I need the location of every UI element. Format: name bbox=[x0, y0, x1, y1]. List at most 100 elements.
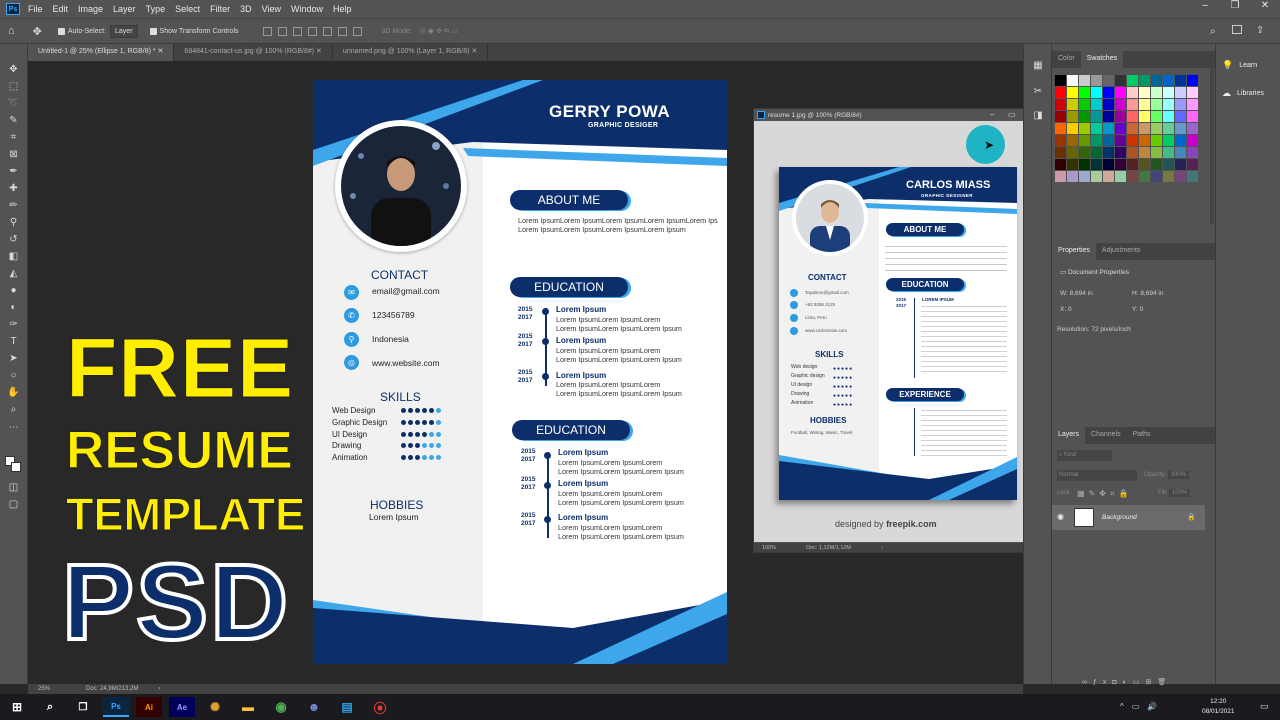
color-swatch[interactable] bbox=[1139, 87, 1150, 98]
color-swatch[interactable] bbox=[1055, 87, 1066, 98]
color-swatch[interactable] bbox=[1055, 123, 1066, 134]
menu-image[interactable]: Image bbox=[78, 4, 103, 14]
discord-taskbar-icon[interactable]: ☻ bbox=[301, 697, 327, 717]
color-swatch[interactable] bbox=[1115, 159, 1126, 170]
visibility-eye-icon[interactable]: ◉ bbox=[1057, 512, 1064, 521]
color-swatch[interactable] bbox=[1163, 75, 1174, 86]
color-swatch[interactable] bbox=[1139, 123, 1150, 134]
color-swatch[interactable] bbox=[1055, 111, 1066, 122]
color-swatch[interactable] bbox=[1079, 123, 1090, 134]
color-swatch[interactable] bbox=[1139, 171, 1150, 182]
color-swatch[interactable] bbox=[1067, 75, 1078, 86]
eraser-icon[interactable]: ◧ bbox=[7, 251, 20, 262]
color-swatch[interactable] bbox=[1079, 75, 1090, 86]
color-swatch[interactable] bbox=[1163, 171, 1174, 182]
float-minimize-icon[interactable]: – bbox=[990, 110, 994, 119]
quick-select-icon[interactable]: ✎ bbox=[7, 115, 20, 126]
color-swatch[interactable] bbox=[1091, 75, 1102, 86]
color-swatch[interactable] bbox=[1175, 75, 1186, 86]
color-swatch[interactable] bbox=[1079, 111, 1090, 122]
menu-3d[interactable]: 3D bbox=[240, 4, 252, 14]
color-swatch[interactable] bbox=[1079, 135, 1090, 146]
color-swatch[interactable] bbox=[1091, 147, 1102, 158]
color-swatch[interactable] bbox=[1115, 135, 1126, 146]
adjust-icon[interactable]: ✂ bbox=[1031, 86, 1045, 98]
color-swatch[interactable] bbox=[1139, 99, 1150, 110]
screen-mode-icon[interactable]: ▢ bbox=[7, 499, 20, 510]
color-swatch[interactable] bbox=[1115, 147, 1126, 158]
color-swatch[interactable] bbox=[1151, 159, 1162, 170]
color-swatch[interactable] bbox=[1139, 75, 1150, 86]
paint-bucket-icon[interactable]: ◭ bbox=[7, 268, 20, 279]
color-swatch[interactable] bbox=[1055, 159, 1066, 170]
color-swatch[interactable] bbox=[1163, 135, 1174, 146]
color-swatch[interactable] bbox=[1055, 171, 1066, 182]
menu-type[interactable]: Type bbox=[146, 4, 166, 14]
color-swatch[interactable] bbox=[1079, 147, 1090, 158]
color-swatch[interactable] bbox=[1079, 87, 1090, 98]
color-swatch[interactable] bbox=[1067, 135, 1078, 146]
color-swatch[interactable] bbox=[1187, 147, 1198, 158]
color-swatch[interactable] bbox=[1091, 111, 1102, 122]
color-swatch[interactable] bbox=[1055, 99, 1066, 110]
color-swatch[interactable] bbox=[1139, 147, 1150, 158]
menu-layer[interactable]: Layer bbox=[113, 4, 136, 14]
home-icon[interactable]: ⌂ bbox=[8, 25, 15, 37]
more-tools-icon[interactable]: ⋯ bbox=[7, 422, 20, 433]
system-tray-icons[interactable]: ^▭🔊 bbox=[1120, 702, 1165, 711]
align-middle-icon[interactable] bbox=[322, 26, 332, 36]
photoshop-taskbar-icon[interactable]: Ps bbox=[103, 697, 129, 717]
notifications-icon[interactable]: ▭ bbox=[1260, 701, 1269, 712]
tab-adjustments[interactable]: Adjustments bbox=[1096, 243, 1147, 260]
color-swatch[interactable] bbox=[1103, 123, 1114, 134]
color-swatch[interactable] bbox=[1103, 75, 1114, 86]
color-swatch[interactable] bbox=[1091, 159, 1102, 170]
layer-footer-icons[interactable]: ∞ƒx◘◐▭⊞🗑 bbox=[1082, 678, 1172, 686]
pen-icon[interactable]: ✑ bbox=[7, 319, 20, 330]
color-swatch[interactable] bbox=[1127, 135, 1138, 146]
color-swatch[interactable] bbox=[1127, 87, 1138, 98]
background-color-swatch[interactable] bbox=[11, 462, 21, 472]
color-swatch[interactable] bbox=[1127, 147, 1138, 158]
notes-taskbar-icon[interactable]: ▤ bbox=[334, 697, 360, 717]
3d-orbit-icon[interactable]: ◎ ◉ ✣ ⇆ ▭ bbox=[420, 27, 458, 35]
color-swatch[interactable] bbox=[1103, 87, 1114, 98]
workspace-icon[interactable] bbox=[1232, 25, 1242, 34]
windows-start-icon[interactable]: ⊞ bbox=[4, 697, 30, 717]
color-swatch[interactable] bbox=[1175, 159, 1186, 170]
properties-icon[interactable]: ◨ bbox=[1031, 110, 1045, 122]
eyedropper-icon[interactable]: ✒ bbox=[7, 166, 20, 177]
zoom-icon[interactable]: ⌕ bbox=[7, 404, 20, 415]
color-swatch[interactable] bbox=[1103, 111, 1114, 122]
type-icon[interactable]: T bbox=[7, 336, 20, 347]
color-swatch[interactable] bbox=[1187, 123, 1198, 134]
recorder-taskbar-icon[interactable]: ⦿ bbox=[367, 697, 393, 717]
color-swatch[interactable] bbox=[1091, 171, 1102, 182]
close-icon[interactable]: ✕ bbox=[1250, 0, 1280, 11]
menu-view[interactable]: View bbox=[262, 4, 281, 14]
color-swatch[interactable] bbox=[1187, 135, 1198, 146]
color-swatch[interactable] bbox=[1175, 147, 1186, 158]
color-swatch[interactable] bbox=[1163, 87, 1174, 98]
color-swatch[interactable] bbox=[1163, 111, 1174, 122]
color-swatch[interactable] bbox=[1151, 135, 1162, 146]
float-zoom[interactable]: 100% bbox=[762, 545, 776, 551]
color-swatch[interactable] bbox=[1187, 75, 1198, 86]
color-swatch[interactable] bbox=[1163, 147, 1174, 158]
align-left-icon[interactable] bbox=[262, 26, 272, 36]
color-swatch[interactable] bbox=[1067, 159, 1078, 170]
color-swatch[interactable] bbox=[1127, 159, 1138, 170]
color-swatch[interactable] bbox=[1127, 99, 1138, 110]
color-swatch[interactable] bbox=[1163, 159, 1174, 170]
color-swatch[interactable] bbox=[1187, 111, 1198, 122]
color-swatch[interactable] bbox=[1175, 111, 1186, 122]
lock-icons[interactable]: ▦✎✥⌗🔒 bbox=[1077, 489, 1132, 499]
color-swatch[interactable] bbox=[1163, 123, 1174, 134]
color-swatch[interactable] bbox=[1055, 147, 1066, 158]
color-swatch[interactable] bbox=[1175, 123, 1186, 134]
chrome-taskbar-icon[interactable]: ◉ bbox=[268, 697, 294, 717]
tab-layers[interactable]: Layers bbox=[1052, 427, 1086, 444]
color-swatch[interactable] bbox=[1103, 159, 1114, 170]
layer-dropdown[interactable]: Layer bbox=[110, 24, 138, 38]
marquee-icon[interactable]: ⬚ bbox=[7, 81, 20, 92]
